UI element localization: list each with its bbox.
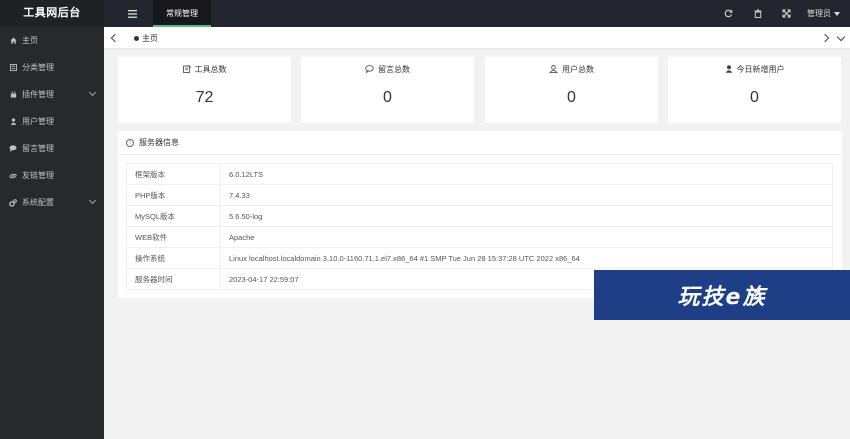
sidebar-item-label: 用户管理: [22, 117, 54, 126]
info-value: Apache: [220, 226, 833, 248]
clear-cache-button[interactable]: [743, 0, 772, 27]
stat-label: 工具总数: [194, 64, 227, 74]
chevron-down-icon: [88, 88, 97, 97]
home-icon: [8, 37, 18, 44]
stat-card-comments: 留言总数 0: [301, 57, 474, 123]
tabs-bar: 主页: [104, 27, 850, 49]
table-row: MySQL版本 5.6.50-log: [126, 205, 833, 227]
active-dot-icon: [134, 35, 139, 41]
sidebar-item-home[interactable]: 主页: [0, 27, 104, 54]
info-key: PHP版本: [126, 184, 221, 206]
sidebar-item-users[interactable]: 用户管理: [0, 108, 104, 135]
stat-label: 今日新增用户: [736, 64, 785, 74]
sidebar-item-links[interactable]: 友链管理: [0, 162, 104, 189]
watermark-logo: 玩技e族: [594, 270, 850, 320]
info-value: Linux localhost.localdomain 3.10.0-1160.…: [220, 247, 833, 269]
settings-icon: [8, 198, 18, 207]
info-key: MySQL版本: [126, 205, 221, 227]
top-actions: 管理员: [714, 0, 840, 27]
app-logo[interactable]: 工具网后台: [0, 0, 104, 27]
user-icon: [8, 118, 18, 125]
tab-options-button[interactable]: [834, 27, 848, 49]
refresh-button[interactable]: [714, 0, 743, 27]
tab-scroll-left-button[interactable]: [108, 27, 122, 49]
table-row: 操作系统 Linux localhost.localdomain 3.10.0-1…: [126, 247, 833, 269]
info-key: 服务器时间: [126, 268, 221, 290]
sidebar-item-label: 友链管理: [22, 171, 54, 180]
stat-value: 0: [567, 89, 576, 106]
chevron-down-icon: [836, 32, 846, 41]
chevron-down-icon: [88, 196, 97, 205]
tab-home-label: 主页: [142, 33, 158, 43]
caret-down-icon: [834, 11, 840, 16]
top-nav-general[interactable]: 常规管理: [153, 0, 211, 27]
info-value: 5.6.50-log: [220, 205, 833, 227]
stat-value: 0: [383, 89, 392, 106]
chevron-right-icon: [820, 33, 830, 43]
chevron-left-icon: [110, 33, 120, 43]
trash-icon: [754, 9, 761, 18]
stat-card-new-users: 今日新增用户 0: [668, 57, 841, 123]
sidebar-item-comments[interactable]: 留言管理: [0, 135, 104, 162]
stat-card-users: 用户总数 0: [485, 57, 658, 123]
table-row: PHP版本 7.4.33: [126, 184, 833, 206]
info-value: 7.4.33: [220, 184, 833, 206]
tab-home[interactable]: 主页: [134, 27, 158, 49]
link-icon: [8, 172, 18, 180]
user-add-icon: [725, 65, 732, 73]
fullscreen-icon: [782, 9, 791, 18]
stat-value: 0: [750, 89, 759, 106]
stat-label: 用户总数: [562, 64, 594, 74]
sidebar-item-label: 主页: [22, 36, 38, 45]
sidebar-item-label: 留言管理: [22, 144, 54, 153]
info-key: 框架版本: [126, 163, 221, 185]
menu-toggle-button[interactable]: [117, 0, 147, 27]
comment-icon: [8, 145, 18, 152]
sidebar-item-label: 插件管理: [22, 90, 54, 99]
table-row: 框架版本 6.0.12LTS: [126, 163, 833, 185]
panel-title: 服务器信息: [139, 138, 179, 147]
hamburger-icon: [127, 9, 137, 18]
sidebar-item-plugin[interactable]: 插件管理: [0, 81, 104, 108]
tools-icon: [182, 65, 191, 73]
plugin-icon: [8, 91, 18, 98]
sidebar-item-category[interactable]: 分类管理: [0, 54, 104, 81]
stat-label: 留言总数: [378, 64, 410, 74]
users-icon: [549, 65, 558, 73]
panel-header: i 服务器信息: [118, 131, 842, 155]
table-row: WEB软件 Apache: [126, 226, 833, 248]
tab-scroll-right-button[interactable]: [818, 27, 832, 49]
info-icon: i: [126, 138, 134, 147]
sidebar: 主页 分类管理 插件管理 用户管理 留言管理 友链管理 系统配置: [0, 27, 104, 439]
sidebar-item-label: 分类管理: [22, 63, 54, 72]
refresh-icon: [724, 9, 733, 18]
admin-menu[interactable]: 管理员: [807, 8, 840, 19]
sidebar-item-settings[interactable]: 系统配置: [0, 189, 104, 216]
admin-label: 管理员: [807, 9, 831, 18]
sidebar-item-label: 系统配置: [22, 198, 54, 207]
info-key: WEB软件: [126, 226, 221, 248]
fullscreen-button[interactable]: [772, 0, 801, 27]
stat-value: 72: [195, 89, 214, 106]
top-bar: 工具网后台 常规管理 管理员: [0, 0, 850, 27]
watermark-text: 玩技e族: [677, 285, 767, 310]
category-icon: [8, 64, 18, 71]
comment-icon: [365, 65, 374, 73]
info-key: 操作系统: [126, 247, 221, 269]
stat-card-tools: 工具总数 72: [118, 57, 291, 123]
info-value: 6.0.12LTS: [220, 163, 833, 185]
